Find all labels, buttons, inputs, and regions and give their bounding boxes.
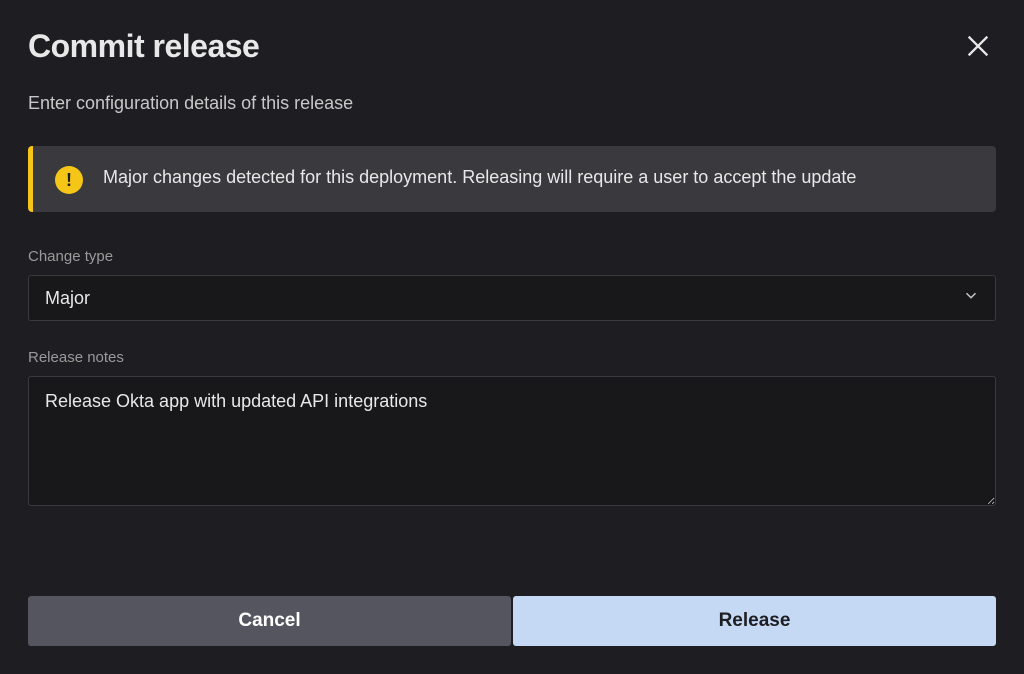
warning-banner: ! Major changes detected for this deploy… [28, 146, 996, 212]
change-type-field: Change type Major [28, 248, 996, 321]
release-button[interactable]: Release [513, 596, 996, 646]
change-type-select-wrapper: Major [28, 275, 996, 321]
close-icon [964, 32, 992, 60]
dialog-title: Commit release [28, 28, 259, 65]
dialog-header: Commit release [28, 28, 996, 65]
change-type-select[interactable]: Major [28, 275, 996, 321]
commit-release-dialog: Commit release Enter configuration detai… [0, 0, 1024, 674]
release-notes-field: Release notes [28, 349, 996, 511]
warning-message: Major changes detected for this deployme… [103, 164, 856, 192]
change-type-label: Change type [28, 248, 996, 265]
close-button[interactable] [960, 28, 996, 64]
action-buttons: Cancel Release [28, 596, 996, 646]
cancel-button[interactable]: Cancel [28, 596, 511, 646]
release-notes-textarea[interactable] [28, 376, 996, 506]
release-notes-label: Release notes [28, 349, 996, 366]
exclamation-icon: ! [66, 171, 72, 189]
dialog-subtitle: Enter configuration details of this rele… [28, 93, 996, 114]
warning-icon: ! [55, 166, 83, 194]
